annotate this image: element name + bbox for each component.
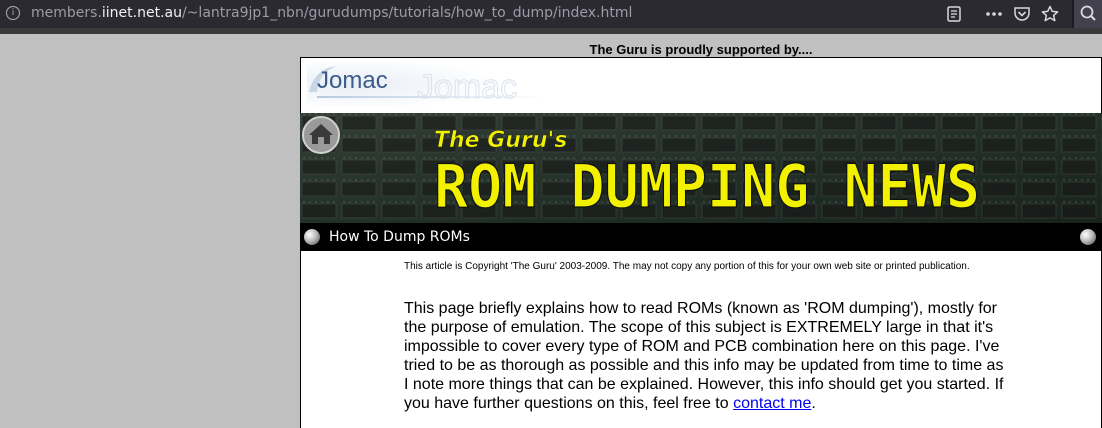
reader-view-icon[interactable] bbox=[944, 4, 964, 24]
toolbar-shadow bbox=[0, 28, 1102, 34]
globe-icon-right bbox=[1080, 229, 1096, 245]
bookmark-star-icon[interactable] bbox=[1040, 4, 1060, 24]
address-bar[interactable]: members.iinet.net.au/~lantra9jp1_nbn/gur… bbox=[31, 5, 632, 21]
supported-by-text: The Guru is proudly supported by.... bbox=[589, 42, 813, 57]
url-domain: iinet.net.au bbox=[101, 5, 182, 21]
globe-icon-left bbox=[304, 229, 320, 245]
intro-end: . bbox=[811, 395, 816, 412]
intro-paragraph: This page briefly explains how to read R… bbox=[404, 299, 1004, 413]
url-prefix: members. bbox=[31, 5, 102, 21]
sponsor-box[interactable]: Jomac Jomac bbox=[300, 57, 1102, 114]
search-icon bbox=[1080, 5, 1096, 21]
banner-title: ROM DUMPING NEWS bbox=[434, 152, 980, 222]
copyright-notice: This article is Copyright 'The Guru' 200… bbox=[404, 261, 970, 272]
info-icon[interactable]: i bbox=[6, 6, 20, 20]
more-icon[interactable] bbox=[984, 4, 1004, 24]
browser-toolbar: i members.iinet.net.au/~lantra9jp1_nbn/g… bbox=[0, 0, 1102, 28]
jomac-logo[interactable]: Jomac Jomac bbox=[307, 62, 547, 107]
intro-text: This page briefly explains how to read R… bbox=[404, 300, 1004, 412]
pocket-icon[interactable] bbox=[1012, 4, 1032, 24]
home-icon[interactable] bbox=[302, 116, 340, 154]
section-title-bar: How To Dump ROMs bbox=[300, 223, 1102, 251]
article-content: This article is Copyright 'The Guru' 200… bbox=[300, 251, 1102, 428]
search-box[interactable] bbox=[1074, 0, 1102, 28]
jomac-logo-text: Jomac bbox=[317, 67, 388, 94]
url-path: /~lantra9jp1_nbn/gurudumps/tutorials/how… bbox=[181, 5, 633, 21]
banner-subtitle: The Guru's bbox=[434, 128, 567, 153]
jomac-logo-echo: Jomac bbox=[417, 68, 517, 106]
section-title: How To Dump ROMs bbox=[329, 229, 470, 245]
contact-me-link[interactable]: contact me bbox=[733, 395, 811, 412]
rom-dumping-news-banner: The Guru's ROM DUMPING NEWS bbox=[300, 113, 1102, 223]
